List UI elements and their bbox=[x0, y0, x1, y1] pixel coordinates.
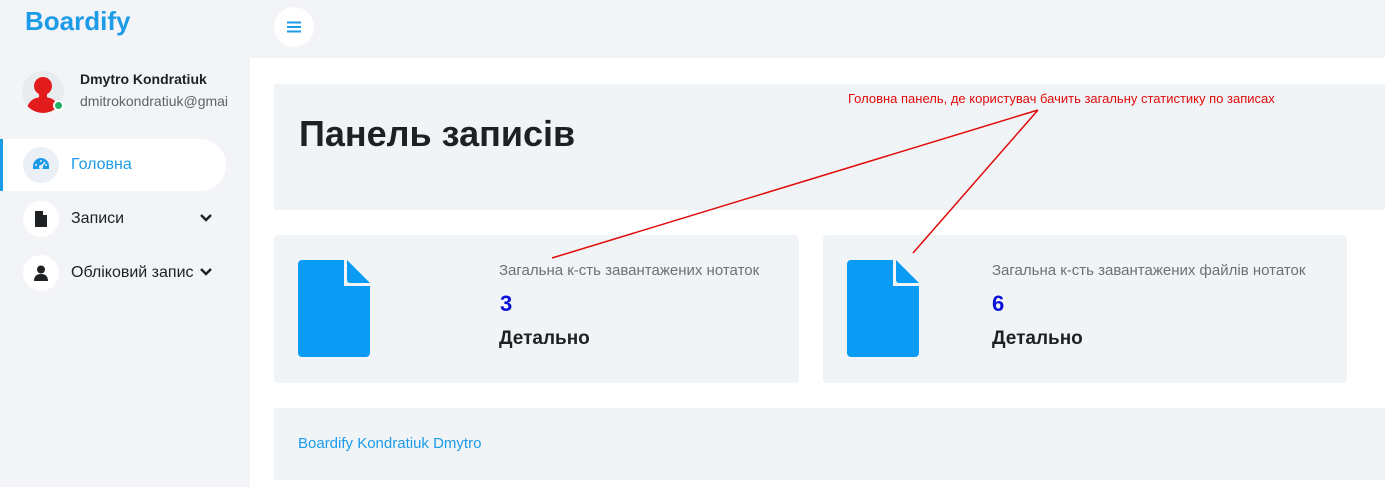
details-link[interactable]: Детально bbox=[499, 328, 590, 350]
file-icon bbox=[847, 260, 919, 357]
sidebar: Boardify Dmytro Kondratiuk dmitrokondrat… bbox=[0, 0, 250, 487]
chevron-down-icon[interactable] bbox=[199, 211, 213, 225]
details-link[interactable]: Детально bbox=[992, 328, 1083, 350]
file-icon bbox=[298, 260, 370, 357]
hamburger-icon bbox=[287, 21, 301, 33]
sidebar-item-home[interactable]: Головна bbox=[0, 139, 226, 191]
topbar bbox=[250, 0, 1385, 58]
sidebar-item-label: Обліковий запис bbox=[71, 264, 194, 281]
sidebar-item-label: Головна bbox=[71, 156, 132, 173]
user-profile: Dmytro Kondratiuk dmitrokondratiuk@gmai bbox=[22, 68, 250, 118]
user-email: dmitrokondratiuk@gmai bbox=[80, 93, 229, 109]
online-status-indicator bbox=[53, 100, 64, 111]
sidebar-item-label: Записи bbox=[71, 210, 125, 227]
sidebar-item-account[interactable]: Обліковий запис bbox=[0, 247, 226, 299]
user-name: Dmytro Kondratiuk bbox=[80, 71, 207, 87]
document-icon bbox=[23, 201, 59, 237]
user-icon bbox=[23, 255, 59, 291]
menu-toggle-button[interactable] bbox=[274, 7, 314, 47]
footer-credit-link[interactable]: Boardify Kondratiuk Dmytro bbox=[298, 435, 481, 452]
chevron-down-icon[interactable] bbox=[199, 265, 213, 279]
card-label: Загальна к-сть завантажених нотаток bbox=[499, 262, 760, 279]
card-label: Загальна к-сть завантажених файлів нотат… bbox=[992, 262, 1306, 279]
footer: Boardify Kondratiuk Dmytro bbox=[274, 408, 1385, 480]
dashboard-icon bbox=[23, 147, 59, 183]
notes-count-card: Загальна к-сть завантажених нотаток 3 Де… bbox=[274, 235, 799, 383]
sidebar-item-records[interactable]: Записи bbox=[0, 193, 226, 245]
page-title: Панель записів bbox=[299, 113, 576, 154]
annotation-text: Головна панель, де користувач бачить заг… bbox=[848, 91, 1275, 106]
brand-logo[interactable]: Boardify bbox=[25, 6, 130, 37]
card-count: 6 bbox=[992, 291, 1005, 316]
card-count: 3 bbox=[500, 291, 513, 316]
files-count-card: Загальна к-сть завантажених файлів нотат… bbox=[823, 235, 1347, 383]
